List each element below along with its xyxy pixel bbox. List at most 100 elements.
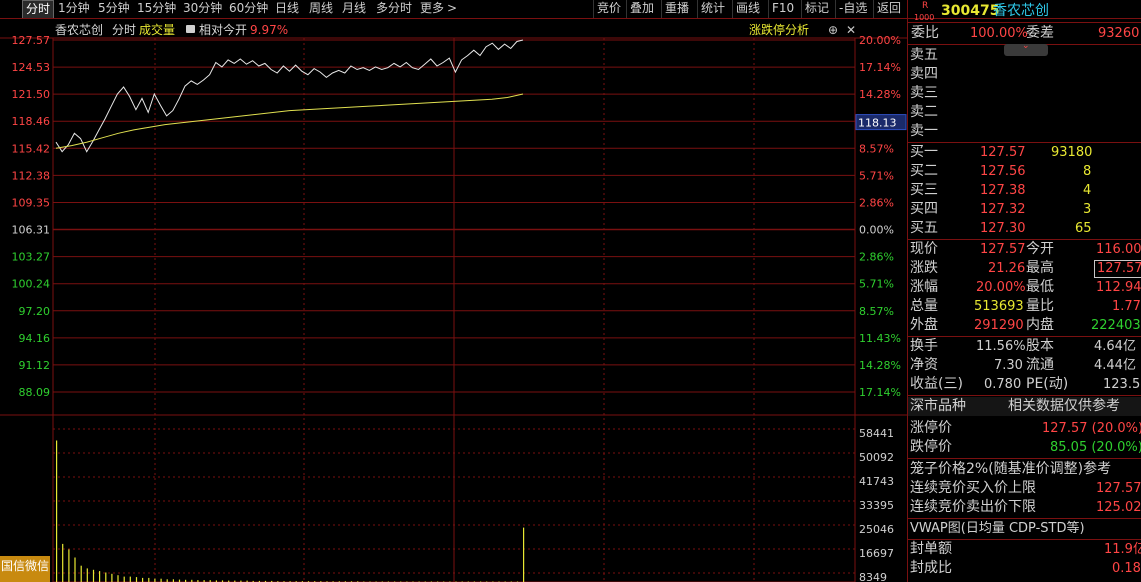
tab-daily[interactable]: 日线 bbox=[275, 0, 299, 18]
volume-bar bbox=[92, 569, 95, 582]
overlay-button[interactable]: 叠加 bbox=[626, 0, 654, 18]
sell-level-4[interactable]: 卖四 bbox=[908, 65, 1141, 84]
sell-level-1[interactable]: 卖一 bbox=[908, 122, 1141, 141]
level-label: 卖一 bbox=[910, 123, 938, 139]
stat-label: 总量 bbox=[910, 298, 938, 314]
stat-value: 513693 bbox=[974, 299, 1024, 314]
pct-tick: 11.43% bbox=[859, 332, 901, 345]
draw-line-button[interactable]: 画线 bbox=[732, 0, 760, 18]
volume-tick: 50092 bbox=[859, 451, 894, 464]
price-tick: 118.46 bbox=[12, 115, 51, 128]
stat-label: PE(动) bbox=[1026, 376, 1069, 392]
remove-watchlist-button[interactable]: -自选 bbox=[835, 0, 867, 18]
limit-down-value: 85.05 (20.0%) bbox=[1050, 440, 1141, 455]
pct-tick: 20.00% bbox=[859, 34, 901, 47]
stat-value: 0.780 bbox=[984, 377, 1022, 392]
stat-label: 涨跌 bbox=[910, 260, 938, 276]
level-volume: 93180 bbox=[1051, 145, 1093, 160]
tab-1min[interactable]: 1分钟 bbox=[58, 0, 90, 18]
stat-label: 涨幅 bbox=[910, 279, 938, 295]
volume-tick: 25046 bbox=[859, 523, 894, 536]
plus-icon[interactable]: ⊕ bbox=[828, 23, 838, 37]
seal-amount-row: 封单额 11.9亿 bbox=[908, 540, 1141, 559]
buy-level-4[interactable]: 买四 127.32 3 bbox=[908, 200, 1141, 219]
price-tick: 106.31 bbox=[12, 224, 51, 237]
price-tick: 97.20 bbox=[19, 305, 51, 318]
tab-60min[interactable]: 60分钟 bbox=[229, 0, 268, 18]
limit-analysis-link[interactable]: 涨跌停分析 bbox=[749, 22, 809, 37]
level-price: 127.56 bbox=[980, 164, 1026, 179]
level-volume: 65 bbox=[1075, 221, 1092, 236]
weibi-label: 委比 bbox=[911, 25, 939, 41]
stat-label: 量比 bbox=[1026, 298, 1054, 314]
buy-level-5[interactable]: 买五 127.30 65 bbox=[908, 219, 1141, 238]
auction-button[interactable]: 竞价 bbox=[593, 0, 621, 18]
price-tick: 124.53 bbox=[12, 61, 51, 74]
back-button[interactable]: 返回 bbox=[873, 0, 901, 18]
tab-weekly[interactable]: 周线 bbox=[309, 0, 333, 18]
stat-value-high: 127.57 bbox=[1094, 260, 1141, 278]
price-tick: 127.57 bbox=[12, 34, 51, 47]
tab-monthly[interactable]: 月线 bbox=[342, 0, 366, 18]
price-line bbox=[55, 39, 524, 153]
level-price: 127.30 bbox=[980, 221, 1026, 236]
stat-value: 20.00% bbox=[976, 280, 1026, 295]
tab-5min[interactable]: 5分钟 bbox=[98, 0, 130, 18]
sell-level-3[interactable]: 卖三 bbox=[908, 84, 1141, 103]
stat-label: 今开 bbox=[1026, 241, 1054, 257]
sell-level-5[interactable]: 卖五 bbox=[908, 46, 1141, 65]
pct-tick: 14.28% bbox=[859, 359, 901, 372]
volume-bar bbox=[123, 576, 125, 582]
stat-value: 4.44亿 bbox=[1094, 358, 1136, 373]
stats-button[interactable]: 统计 bbox=[697, 0, 725, 18]
tab-multi-day[interactable]: 多分时 bbox=[376, 0, 412, 18]
limit-up-row: 涨停价 127.57 (20.0%) bbox=[908, 419, 1141, 438]
stock-name: 香农芯创 bbox=[993, 3, 1049, 19]
buy-level-1[interactable]: 买一 127.57 93180 bbox=[908, 143, 1141, 162]
level-label: 卖二 bbox=[910, 104, 938, 120]
volume-bar bbox=[68, 549, 70, 582]
divider bbox=[908, 395, 1141, 396]
stat-row-netasset: 净资 7.30 流通 4.44亿 bbox=[908, 356, 1141, 375]
camera-icon[interactable] bbox=[186, 25, 195, 33]
vwap-row[interactable]: VWAP图(日均量 CDP-STD等) bbox=[908, 519, 1141, 538]
stat-value: 291290 bbox=[974, 318, 1024, 333]
mark-button[interactable]: 标记 bbox=[801, 0, 829, 18]
seal-amount-label: 封单额 bbox=[910, 541, 952, 557]
volume-bar bbox=[56, 440, 58, 582]
divider bbox=[908, 22, 1141, 23]
stat-value: 112.94 bbox=[1096, 280, 1141, 295]
weicha-label: 委差 bbox=[1026, 25, 1054, 41]
more-arrow-icon[interactable]: > bbox=[447, 0, 457, 18]
stat-row-volume: 总量 513693 量比 1.77 bbox=[908, 297, 1141, 316]
intraday-chart[interactable]: 香农芯创 分时 成交量 相对今开 9.97% 涨跌停分析 ⊕ ✕ 127.57 20.00% 124… bbox=[0, 19, 907, 582]
tab-15min[interactable]: 15分钟 bbox=[137, 0, 176, 18]
level-volume: 3 bbox=[1083, 202, 1092, 217]
replay-button[interactable]: 重播 bbox=[661, 0, 689, 18]
buy-level-2[interactable]: 买二 127.56 8 bbox=[908, 162, 1141, 181]
f10-button[interactable]: F10 bbox=[768, 0, 794, 18]
volume-bar bbox=[111, 573, 113, 582]
volume-bar bbox=[129, 576, 131, 582]
buy-level-3[interactable]: 买三 127.38 4 bbox=[908, 181, 1141, 200]
pct-tick: 14.28% bbox=[859, 88, 901, 101]
stat-label: 股本 bbox=[1026, 338, 1054, 354]
cont-buy-label: 连续竞价买入价上限 bbox=[910, 480, 1036, 496]
volume-tick: 8349 bbox=[859, 571, 887, 582]
guoxin-wechat-banner[interactable]: 国信微信 bbox=[0, 556, 50, 576]
tab-30min[interactable]: 30分钟 bbox=[183, 0, 222, 18]
level-label: 买五 bbox=[910, 220, 938, 236]
tab-more[interactable]: 更多 bbox=[420, 0, 444, 18]
price-tick: 121.50 bbox=[12, 88, 51, 101]
pct-tick: 0.00% bbox=[859, 224, 894, 237]
close-icon[interactable]: ✕ bbox=[846, 23, 856, 37]
level-label: 买四 bbox=[910, 201, 938, 217]
weicha-value: 93260 bbox=[1098, 26, 1140, 41]
stat-row-pct: 涨幅 20.00% 最低 112.94 bbox=[908, 278, 1141, 297]
sell-level-2[interactable]: 卖二 bbox=[908, 103, 1141, 122]
market-note: 相关数据仅供参考 bbox=[1008, 398, 1120, 414]
volume-tick: 16697 bbox=[859, 547, 894, 560]
stat-row-price: 现价 127.57 今开 116.00 bbox=[908, 240, 1141, 259]
tab-fenshi[interactable]: 分时 bbox=[22, 0, 55, 18]
volume-label: 成交量 bbox=[139, 22, 175, 37]
